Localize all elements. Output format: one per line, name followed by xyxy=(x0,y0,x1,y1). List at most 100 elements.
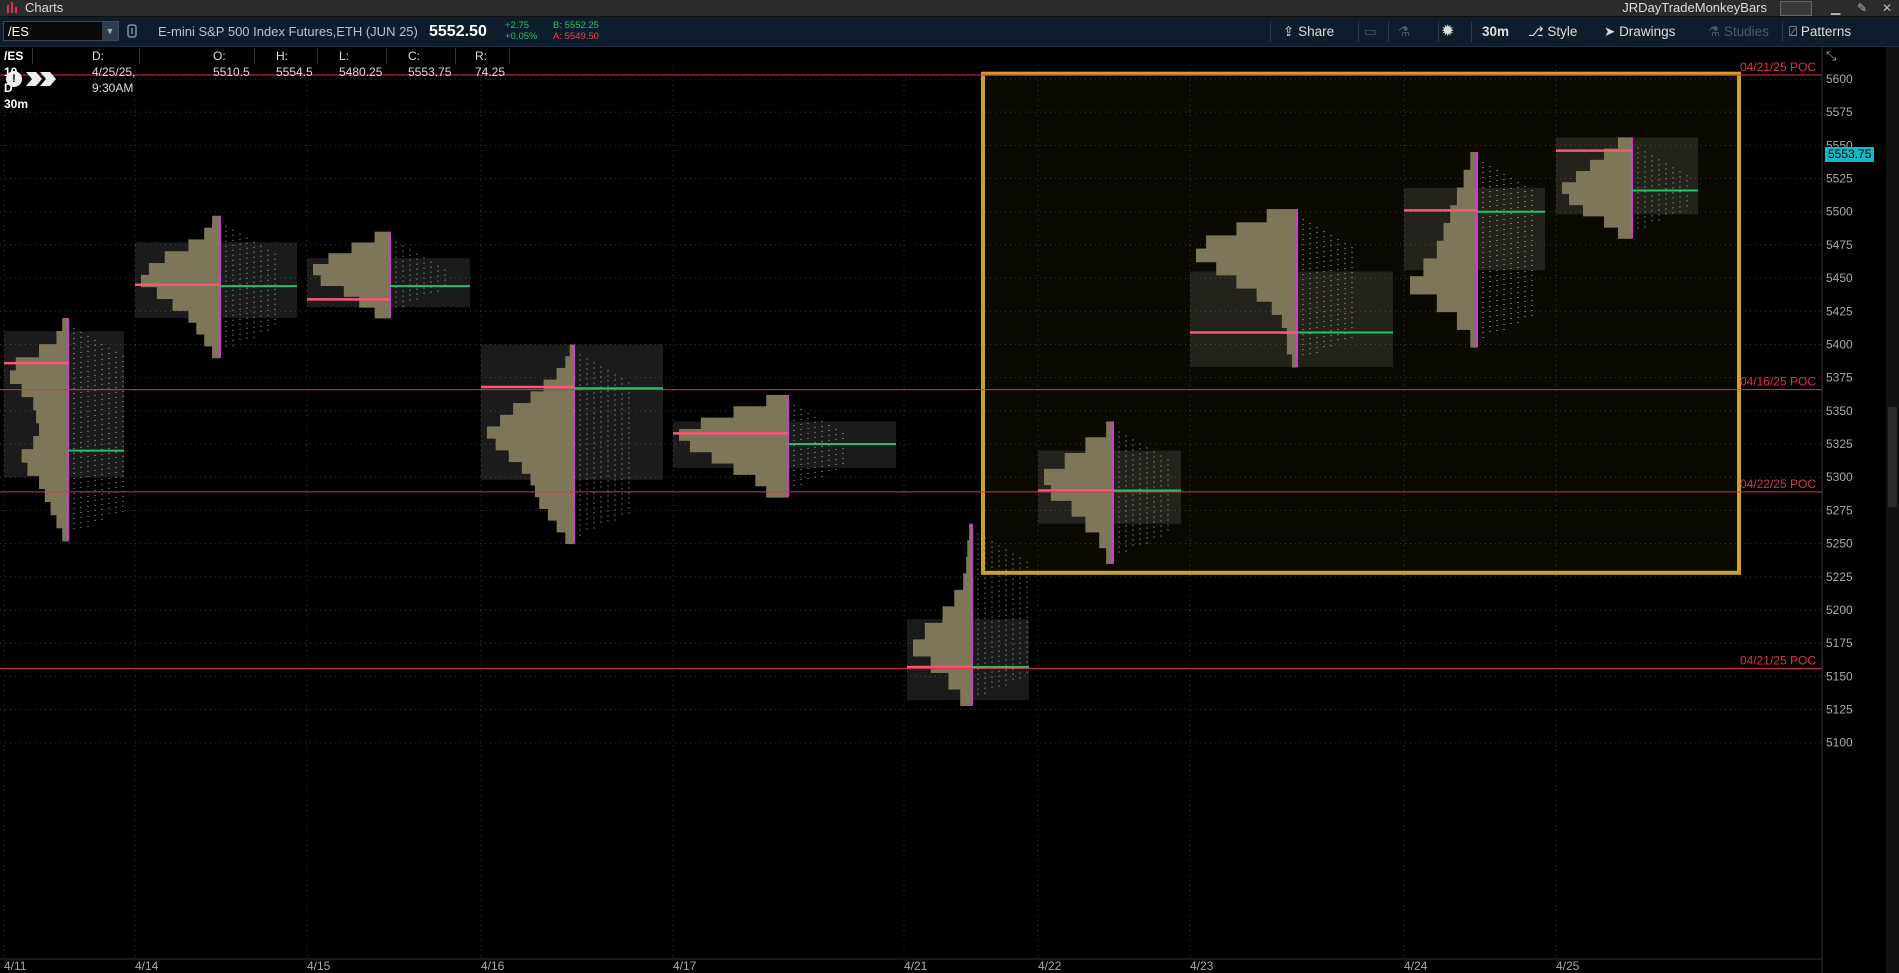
profile-bar xyxy=(1286,327,1297,342)
expand-arrows-icon[interactable] xyxy=(26,72,62,86)
price-tick-label: 5300 xyxy=(1826,470,1853,484)
bar-open: O: 5510.5 xyxy=(209,48,255,79)
profile-bar xyxy=(1071,500,1113,517)
profile-bar xyxy=(33,435,68,450)
profile-bar xyxy=(343,285,390,297)
profile-bar xyxy=(50,501,68,516)
profile-bar xyxy=(495,438,574,451)
vertical-scrollbar[interactable] xyxy=(1886,47,1899,973)
toolbar-divider xyxy=(1471,21,1472,42)
profile-bar xyxy=(1196,248,1297,263)
date-tick-label: 4/17 xyxy=(673,959,697,973)
price-tick-label: 5500 xyxy=(1826,205,1853,219)
profile-4-17 xyxy=(673,394,896,498)
app-title: Charts xyxy=(6,0,63,16)
bar-low: L: 5480.25 xyxy=(335,48,388,79)
last-price: 5552.50 xyxy=(429,23,487,40)
date-tick-label: 4/15 xyxy=(307,959,331,973)
date-tick-label: 4/21 xyxy=(904,959,928,973)
profile-bar xyxy=(1106,547,1113,565)
minimize-icon[interactable]: ▁ xyxy=(1831,0,1840,16)
flask-icon[interactable]: ⚗ xyxy=(1398,17,1410,46)
profile-bar xyxy=(1583,204,1632,217)
share-button[interactable]: ⇪ Share xyxy=(1283,17,1334,46)
date-tick-label: 4/14 xyxy=(135,959,159,973)
profile-bar xyxy=(1576,171,1632,183)
profile-bar xyxy=(1206,235,1297,250)
profile-bar xyxy=(33,396,68,411)
window-button[interactable] xyxy=(1780,1,1812,16)
snapshot-icon[interactable]: ▭ xyxy=(1364,17,1377,46)
price-tick-label: 5400 xyxy=(1826,337,1853,351)
settings-gear-icon[interactable]: ✹ xyxy=(1441,17,1454,46)
profile-bar xyxy=(521,461,574,474)
profile-bar xyxy=(755,474,788,487)
user-name: JRDayTradeMonkeyBars xyxy=(1622,0,1767,15)
profile-bar xyxy=(204,227,220,240)
profile-bar xyxy=(148,263,220,276)
profile-bar xyxy=(1286,340,1297,355)
profile-bar xyxy=(374,231,390,243)
bar-range: R: 74.25 xyxy=(471,48,511,79)
profile-bar xyxy=(1436,293,1477,313)
style-button[interactable]: ⎇ Style xyxy=(1528,17,1577,46)
link-icon[interactable] xyxy=(127,24,137,38)
patterns-button[interactable]: ⍁ Patterns xyxy=(1789,17,1851,46)
bid-price: B: 5552.25 xyxy=(553,20,599,31)
profile-bar xyxy=(733,463,788,475)
price-tick-label: 5250 xyxy=(1826,537,1853,551)
price-tick-label: 5450 xyxy=(1826,271,1853,285)
studies-button[interactable]: ⚗ Studies xyxy=(1708,17,1769,46)
profile-bar xyxy=(1236,274,1297,289)
profile-bar xyxy=(313,264,390,276)
profile-bar xyxy=(556,520,574,533)
profile-bar xyxy=(500,414,574,427)
reference-line-label: 04/16/25 POC xyxy=(1740,375,1816,389)
profile-bar xyxy=(556,367,574,381)
profile-bar xyxy=(21,449,69,463)
aggregation-button[interactable]: 30m xyxy=(1482,17,1509,46)
charts-icon xyxy=(7,2,17,13)
profile-bar xyxy=(1470,152,1477,171)
profile-bar xyxy=(1099,531,1113,549)
profile-bar xyxy=(539,496,574,509)
profile-bar xyxy=(328,253,390,265)
profile-bar xyxy=(508,449,574,463)
drawings-button[interactable]: ➤ Drawings xyxy=(1604,17,1675,46)
profile-bar xyxy=(1236,222,1297,236)
collapse-arrows-icon[interactable]: ⤡ xyxy=(1826,48,1836,64)
toolbar-divider xyxy=(1438,21,1439,42)
net-change: +2.75 +0.05% xyxy=(505,20,538,42)
pin-icon[interactable]: ✎ xyxy=(1857,0,1867,16)
profile-bar xyxy=(960,689,972,707)
chevron-down-icon[interactable]: ▼ xyxy=(102,22,118,40)
alert-icon[interactable]: ! xyxy=(6,71,22,87)
symbol-input[interactable]: /ES ▼ xyxy=(3,21,119,41)
profile-bar xyxy=(1463,169,1477,188)
profile-bar xyxy=(530,391,574,404)
price-tick-label: 5225 xyxy=(1826,570,1853,584)
symbol-description: E-mini S&P 500 Index Futures,ETH (JUN 25… xyxy=(158,24,418,39)
close-icon[interactable]: ✕ xyxy=(1882,0,1892,16)
profile-bar xyxy=(1271,301,1297,315)
profile-bar xyxy=(359,296,390,308)
profile-bar xyxy=(1569,193,1632,206)
price-chart[interactable]: 04/16/25 POC 04/22/25 POC 04/21/25 POC 04/2… xyxy=(0,47,1886,973)
profile-bar xyxy=(39,475,68,489)
profile-bar xyxy=(1456,187,1477,206)
share-label: Share xyxy=(1298,24,1335,39)
profile-bar xyxy=(1281,314,1297,329)
profile-bar xyxy=(565,356,574,369)
profile-bar xyxy=(1106,421,1113,438)
profile-bar xyxy=(1562,182,1632,194)
scrollbar-thumb[interactable] xyxy=(1888,407,1897,507)
style-icon: ⎇ xyxy=(1528,24,1548,39)
price-tick-label: 5375 xyxy=(1826,371,1853,385)
toolbar-divider xyxy=(1270,21,1271,42)
profile-bar xyxy=(1470,329,1477,348)
price-tick-label: 5150 xyxy=(1826,669,1853,683)
profile-bar xyxy=(56,514,68,529)
profile-bar xyxy=(1436,240,1477,259)
reference-line-label: 04/21/25 POC xyxy=(1740,653,1816,667)
profile-bar xyxy=(1443,222,1477,242)
